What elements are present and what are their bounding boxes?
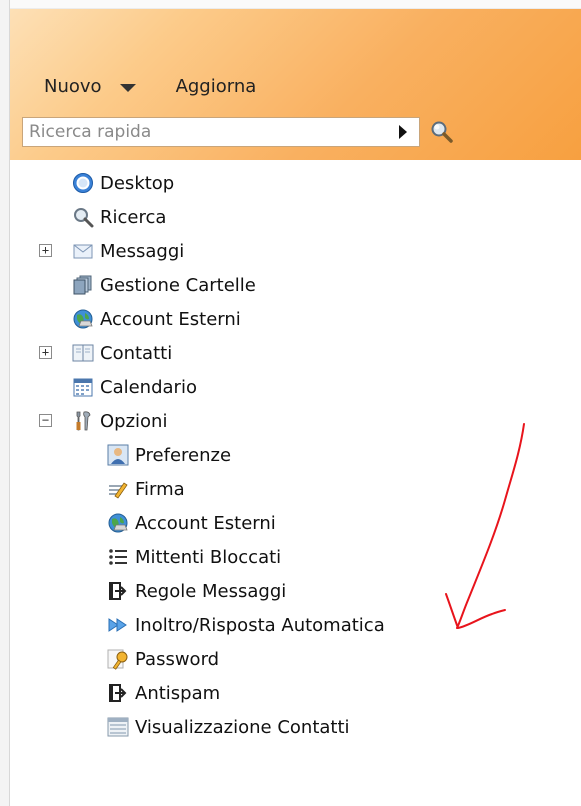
tree-item-label: Visualizzazione Contatti	[135, 716, 350, 738]
tree-item-label: Calendario	[100, 376, 197, 398]
tree-item-label: Account Esterni	[100, 308, 241, 330]
tree-item-label: Desktop	[100, 172, 175, 194]
tree-item-label: Contatti	[100, 342, 173, 364]
quick-search-box	[22, 117, 420, 147]
tree-item-antispam[interactable]: Antispam	[107, 678, 220, 708]
tree-item-account-esterni[interactable]: Account Esterni	[72, 304, 241, 334]
tree-item-label: Inoltro/Risposta Automatica	[135, 614, 385, 636]
contacts-view-icon	[107, 717, 129, 737]
tree-item-messaggi[interactable]: Messaggi	[72, 236, 184, 266]
tree-item-label: Preferenze	[135, 444, 232, 466]
left-border	[0, 0, 10, 806]
desktop-globe-icon	[73, 173, 93, 193]
tree-item-label: Opzioni	[100, 410, 168, 432]
calendar-icon	[73, 378, 93, 397]
tree-item-gestione-cartelle[interactable]: Gestione Cartelle	[72, 270, 256, 300]
tree-item-label: Antispam	[135, 682, 221, 704]
tree-item-label: Firma	[135, 478, 185, 500]
envelope-icon	[73, 244, 93, 259]
tree-item-label: Gestione Cartelle	[100, 274, 256, 296]
tree-item-inoltro-risposta-automatica[interactable]: Inoltro/Risposta Automatica	[107, 610, 385, 640]
mail-sidebar: Nuovo Aggiorna Desktop	[0, 0, 581, 806]
tree-item-label: Regole Messaggi	[135, 580, 287, 602]
key-icon	[107, 649, 128, 670]
aggiorna-button[interactable]: Aggiorna	[176, 76, 257, 97]
tree-item-password[interactable]: Password	[107, 644, 219, 674]
tree-item-label: Ricerca	[100, 206, 167, 228]
tree-item-label: Mittenti Bloccati	[135, 546, 282, 568]
expand-messaggi-button[interactable]: +	[39, 244, 52, 257]
tree-item-preferenze[interactable]: Preferenze	[107, 440, 231, 470]
globe-account-icon	[73, 309, 93, 329]
tree-item-regole-messaggi[interactable]: Regole Messaggi	[107, 576, 286, 606]
rules-icon	[109, 582, 127, 600]
nuovo-button[interactable]: Nuovo	[44, 76, 136, 97]
tree-item-label: Messaggi	[100, 240, 185, 262]
nuovo-label: Nuovo	[44, 75, 102, 97]
search-icon[interactable]	[429, 119, 455, 145]
list-icon	[109, 549, 127, 565]
user-preferences-icon	[107, 444, 129, 466]
tree-item-ricerca[interactable]: Ricerca	[72, 202, 166, 232]
forward-arrows-icon	[108, 618, 127, 632]
tree-item-visualizzazione-contatti[interactable]: Visualizzazione Contatti	[107, 712, 350, 742]
tree-item-firma[interactable]: Firma	[107, 474, 185, 504]
collapse-opzioni-button[interactable]: −	[39, 414, 52, 427]
tree-item-account-esterni-opzioni[interactable]: Account Esterni	[107, 508, 276, 538]
signature-pen-icon	[109, 482, 128, 499]
chevron-down-icon[interactable]	[119, 83, 136, 92]
tree-item-label: Password	[135, 648, 220, 670]
tree-item-calendario[interactable]: Calendario	[72, 372, 197, 402]
tree-item-desktop[interactable]: Desktop	[72, 168, 174, 198]
folders-icon	[73, 275, 92, 295]
tools-icon	[76, 411, 91, 431]
top-border	[0, 0, 581, 9]
toolbar: Nuovo Aggiorna	[36, 72, 256, 100]
globe-account-icon	[108, 513, 128, 533]
play-arrow-icon[interactable]	[399, 125, 407, 139]
expand-contatti-button[interactable]: +	[39, 346, 52, 359]
magnifier-icon	[74, 208, 94, 228]
search-input[interactable]	[23, 119, 395, 145]
antispam-icon	[109, 684, 127, 702]
tree-item-label: Account Esterni	[135, 512, 276, 534]
address-book-icon	[72, 344, 94, 362]
tree-item-contatti[interactable]: Contatti	[72, 338, 172, 368]
aggiorna-label: Aggiorna	[175, 75, 257, 97]
tree-item-opzioni[interactable]: Opzioni	[72, 406, 167, 436]
tree-item-mittenti-bloccati[interactable]: Mittenti Bloccati	[107, 542, 281, 572]
